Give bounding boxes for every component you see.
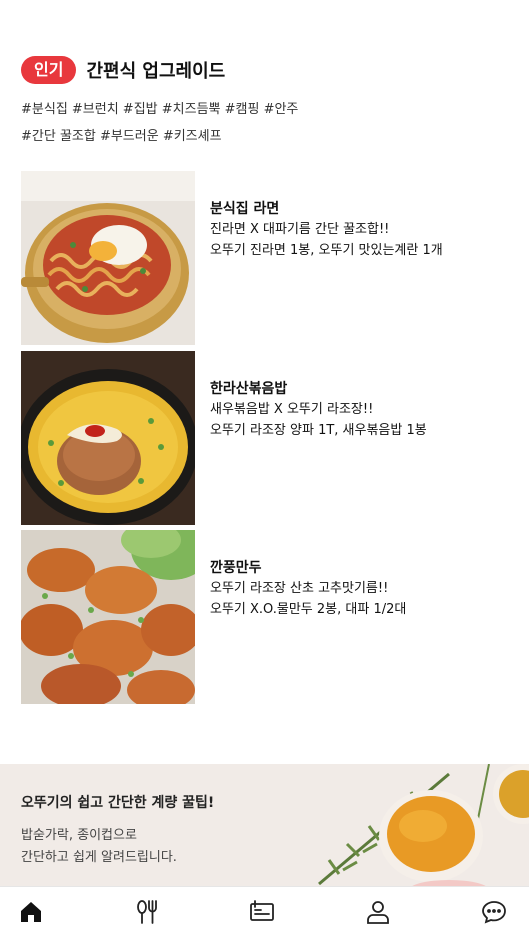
recipe-name: 깐풍만두 — [210, 560, 262, 576]
recipe-name: 분식집 라면 — [210, 201, 280, 217]
recipe-photo-fried-rice[interactable] — [21, 351, 195, 525]
recipe-text-ramen: 분식집 라면 진라면 X 대파기름 간단 꿀조합!! 오뚜기 진라면 1봉, 오… — [210, 199, 443, 261]
recipe-ingredients: 오뚜기 라조장 양파 1T, 새우볶음밥 1봉 — [210, 423, 427, 438]
bottom-tab-bar — [0, 886, 529, 950]
recipe-photo-dumplings[interactable] — [21, 530, 195, 704]
recipe-ingredients: 오뚜기 진라면 1봉, 오뚜기 맛있는계란 1개 — [210, 243, 443, 258]
recipe-card-icon[interactable] — [249, 899, 275, 925]
user-icon[interactable] — [365, 899, 391, 925]
banner-title: 오뚜기의 쉽고 간단한 계량 꿀팁! — [21, 795, 215, 811]
banner-description-line-1: 밥숟가락, 종이컵으로 — [21, 828, 137, 843]
chat-icon[interactable] — [481, 899, 507, 925]
hashtags-line-2[interactable]: #간단 꿀조합 #부드러운 #키즈셰프 — [21, 125, 222, 144]
recipe-text-dumplings: 깐풍만두 오뚜기 라조장 산초 고추맛기름!! 오뚜기 X.O.물만두 2봉, … — [210, 558, 406, 620]
recipe-photo-ramen[interactable] — [21, 171, 195, 345]
recipe-text-fried-rice: 한라산볶음밥 새우볶음밥 X 오뚜기 라조장!! 오뚜기 라조장 양파 1T, … — [210, 379, 427, 441]
recipe-description: 오뚜기 라조장 산초 고추맛기름!! — [210, 581, 389, 596]
section-title: 간편식 업그레이드 — [86, 61, 226, 82]
recipe-card-fried-rice[interactable]: 한라산볶음밥 새우볶음밥 X 오뚜기 라조장!! 오뚜기 라조장 양파 1T, … — [21, 351, 511, 525]
recipe-card-dumplings[interactable]: 깐풍만두 오뚜기 라조장 산초 고추맛기름!! 오뚜기 X.O.물만두 2봉, … — [21, 530, 511, 704]
recipe-name: 한라산볶음밥 — [210, 381, 288, 397]
hashtags-line-1[interactable]: #분식집 #브런치 #집밥 #치즈듬뿍 #캠핑 #안주 — [21, 98, 298, 117]
recipe-card-ramen[interactable]: 분식집 라면 진라면 X 대파기름 간단 꿀조합!! 오뚜기 진라면 1봉, 오… — [21, 171, 511, 345]
banner-description-line-2: 간단하고 쉽게 알려드립니다. — [21, 850, 177, 865]
fork-knife-icon[interactable] — [134, 899, 160, 925]
recipe-description: 새우볶음밥 X 오뚜기 라조장!! — [210, 402, 374, 417]
recipe-description: 진라면 X 대파기름 간단 꿀조합!! — [210, 222, 390, 237]
popular-badge: 인기 — [21, 56, 77, 84]
section-header: 인기 간편식 업그레이드 — [21, 56, 225, 84]
measuring-tips-banner[interactable]: 오뚜기의 쉽고 간단한 계량 꿀팁! 밥숟가락, 종이컵으로 간단하고 쉽게 알… — [0, 764, 529, 886]
spice-bowl-illustration — [318, 764, 529, 886]
recipe-ingredients: 오뚜기 X.O.물만두 2봉, 대파 1/2대 — [210, 602, 407, 617]
home-icon[interactable] — [18, 899, 44, 925]
